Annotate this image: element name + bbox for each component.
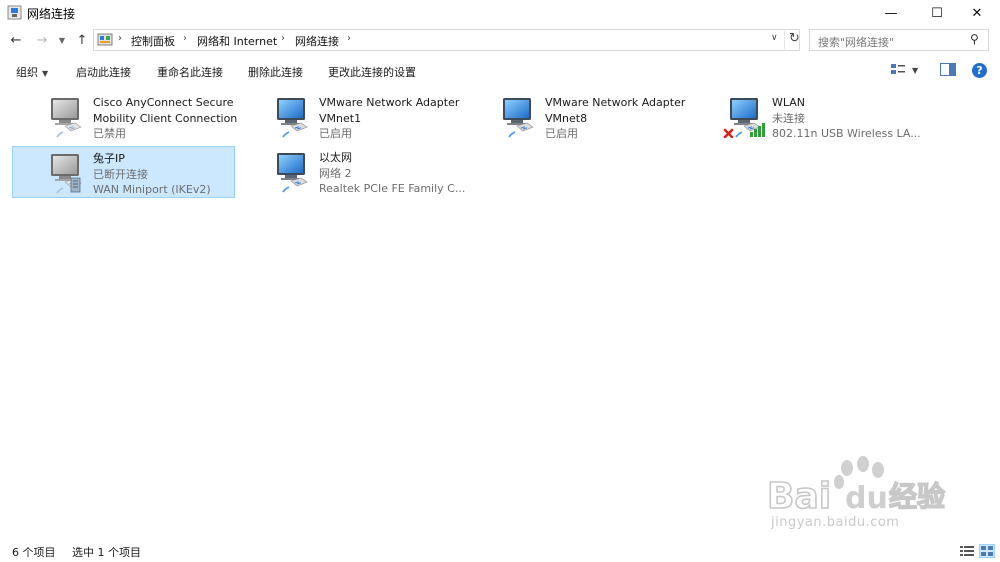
breadcrumb-network-connections[interactable]: 网络连接 — [295, 33, 339, 49]
baidu-logo: Bai du 经验 — [766, 456, 946, 518]
wireless-adapter-icon — [723, 96, 765, 138]
forward-button[interactable]: → — [33, 31, 51, 49]
svg-text:du: du — [845, 481, 888, 514]
change-settings-button[interactable]: 更改此连接的设置 — [328, 64, 416, 80]
back-button[interactable]: ← — [7, 31, 25, 49]
connection-item[interactable]: VMware Network Adapter VMnet1 已启用 — [239, 91, 461, 141]
connection-name: WLAN — [772, 96, 806, 109]
connection-item[interactable]: WLAN 未连接 802.11n USB Wireless LA... — [692, 91, 921, 141]
view-options-caret[interactable]: ▼ — [912, 66, 918, 75]
navigation-row: ← → ▼ ↑ › 控制面板 › 网络和 Internet › 网络连接 › ∨… — [0, 27, 1000, 55]
enable-connection-button[interactable]: 启动此连接 — [76, 64, 131, 80]
network-adapter-icon — [269, 96, 315, 138]
network-connections-app-icon — [7, 5, 22, 20]
vpn-connection-icon — [43, 152, 89, 194]
command-bar: 组织 ▼ 启动此连接 重命名此连接 删除此连接 更改此连接的设置 ▼ — [0, 57, 1000, 85]
watermark-url: jingyan.baidu.com — [771, 515, 900, 530]
connection-name: 兔子IP — [93, 152, 125, 165]
connection-network: 网络 2 — [319, 166, 352, 180]
connection-status: 已禁用 — [93, 127, 126, 140]
title-bar: 网络连接 — ☐ ✕ — [0, 0, 1000, 26]
item-count: 6 个项目 — [12, 546, 56, 559]
search-placeholder: 搜索"网络连接" — [818, 36, 895, 49]
connection-status: 已启用 — [545, 127, 578, 140]
connection-item-selected[interactable]: 兔子IP 已断开连接 WAN Miniport (IKEv2) — [12, 146, 235, 198]
window-title: 网络连接 — [27, 7, 76, 21]
connection-device: WAN Miniport (IKEv2) — [93, 183, 211, 196]
details-view-icon[interactable] — [960, 545, 974, 557]
delete-connection-button[interactable]: 删除此连接 — [248, 64, 303, 80]
connection-network: VMnet8 — [545, 111, 588, 125]
connection-status: 已启用 — [319, 127, 352, 140]
breadcrumb-separator: › — [118, 33, 122, 44]
connection-status: 已断开连接 — [93, 167, 148, 181]
help-icon[interactable]: ? — [972, 63, 987, 78]
connection-name-line2: Mobility Client Connection — [93, 111, 238, 125]
change-view-icon[interactable] — [891, 63, 905, 76]
breadcrumb-separator[interactable]: › — [347, 33, 351, 44]
arrow-right-icon: → — [36, 32, 48, 48]
connection-network: VMnet1 — [319, 111, 362, 125]
network-adapter-icon — [495, 96, 541, 138]
maximize-icon: ☐ — [931, 5, 943, 21]
minimize-icon: — — [884, 5, 898, 21]
baidu-jingyan-watermark: Bai du 经验 jingyan.baidu.com — [763, 452, 963, 542]
breadcrumb-network-internet[interactable]: 网络和 Internet — [197, 33, 277, 49]
organize-menu[interactable]: 组织 ▼ — [16, 64, 48, 80]
rename-connection-button[interactable]: 重命名此连接 — [157, 64, 223, 80]
address-dropdown-icon[interactable]: ∨ — [771, 33, 778, 43]
connection-device: 802.11n USB Wireless LA... — [772, 127, 921, 140]
arrow-left-icon: ← — [10, 32, 22, 48]
minimize-button[interactable]: — — [868, 0, 914, 26]
connection-name: Cisco AnyConnect Secure — [93, 96, 234, 109]
breadcrumb-separator[interactable]: › — [281, 33, 285, 44]
close-icon: ✕ — [971, 5, 983, 21]
connection-name: VMware Network Adapter — [319, 96, 460, 109]
preview-pane-icon[interactable] — [940, 63, 956, 76]
connection-item[interactable]: Cisco AnyConnect Secure Mobility Client … — [13, 91, 238, 141]
tiles-view-icon[interactable] — [979, 544, 995, 558]
breadcrumb-separator[interactable]: › — [183, 33, 187, 44]
refresh-icon[interactable]: ↻ — [784, 31, 800, 49]
network-adapter-icon — [269, 151, 315, 193]
svg-text:Bai: Bai — [767, 476, 831, 514]
search-input[interactable]: 搜索"网络连接" ⚲ — [809, 29, 989, 51]
up-button[interactable]: ↑ — [73, 31, 91, 49]
selection-count: 选中 1 个项目 — [72, 546, 141, 559]
connection-name: VMware Network Adapter — [545, 96, 686, 109]
network-adapter-icon — [43, 96, 89, 138]
connection-device: Realtek PCIe FE Family C... — [319, 182, 466, 195]
connection-item[interactable]: VMware Network Adapter VMnet8 已启用 — [465, 91, 687, 141]
close-button[interactable]: ✕ — [954, 0, 1000, 26]
connection-status: 未连接 — [772, 111, 805, 125]
breadcrumb-control-panel[interactable]: 控制面板 — [131, 33, 175, 49]
recent-locations-button[interactable]: ▼ — [53, 31, 71, 49]
status-bar: 6 个项目 选中 1 个项目 — [0, 540, 1000, 562]
address-bar[interactable]: › 控制面板 › 网络和 Internet › 网络连接 › ∨ ↻ — [93, 29, 800, 51]
connection-name: 以太网 — [319, 151, 352, 164]
connection-item[interactable]: 以太网 网络 2 Realtek PCIe FE Family C... — [239, 146, 465, 196]
chevron-down-icon: ▼ — [42, 69, 49, 78]
arrow-up-icon: ↑ — [76, 32, 88, 48]
search-icon[interactable]: ⚲ — [970, 32, 979, 46]
svg-text:经验: 经验 — [889, 480, 945, 513]
control-panel-icon — [97, 33, 113, 46]
organize-label: 组织 — [16, 66, 38, 79]
chevron-down-icon: ▼ — [58, 35, 66, 45]
